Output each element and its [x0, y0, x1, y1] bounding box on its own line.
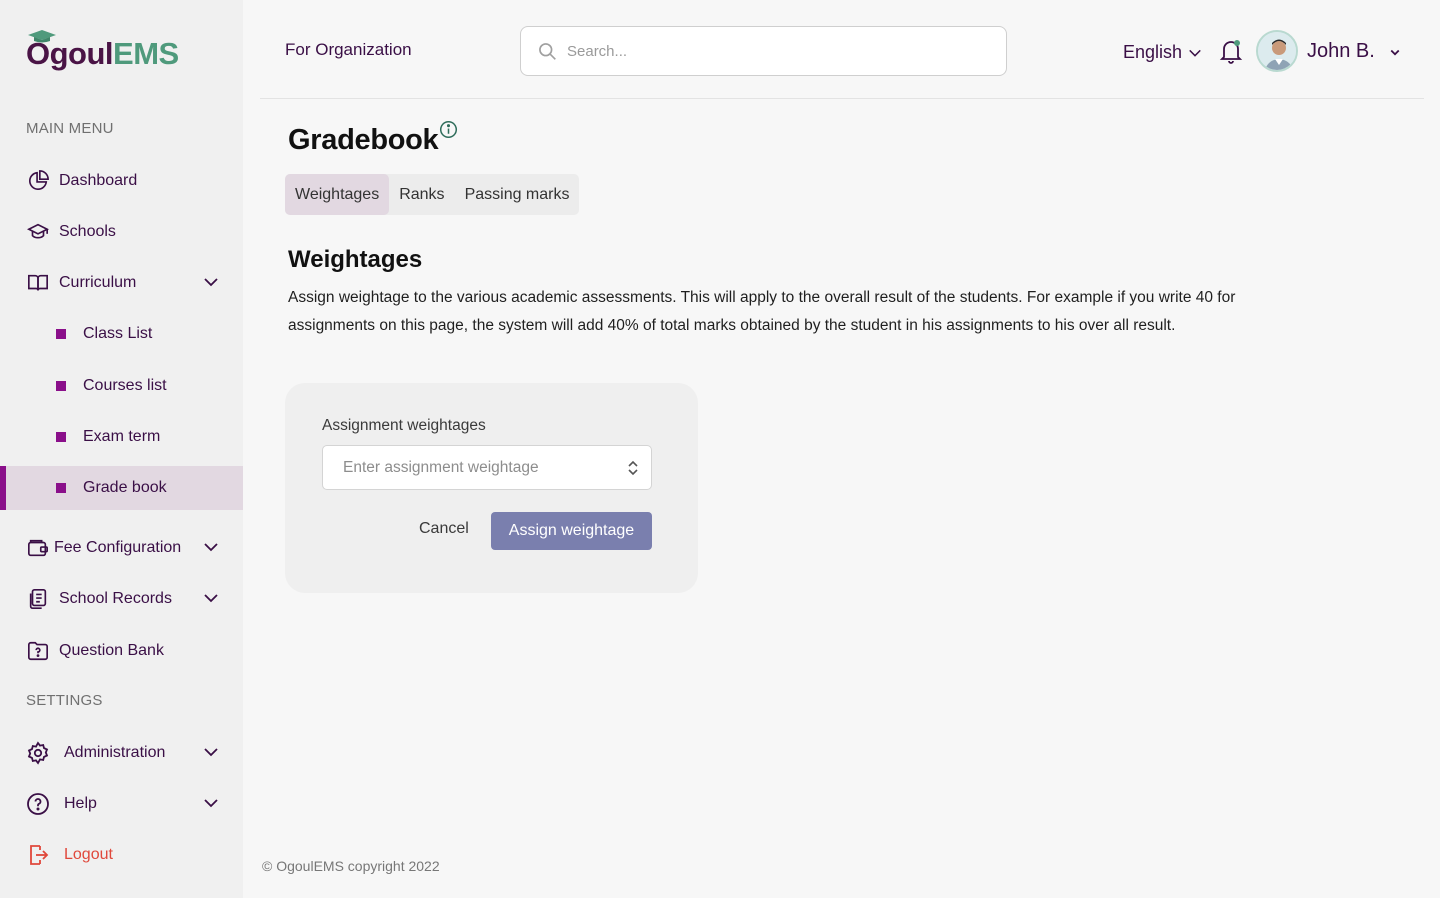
sidebar-item-help[interactable]: Help: [0, 782, 243, 826]
sidebar-subitem-class-list[interactable]: Class List: [0, 312, 243, 356]
chevron-down-icon[interactable]: [203, 539, 219, 555]
sidebar-item-label: Administration: [64, 744, 166, 761]
cancel-button[interactable]: Cancel: [419, 520, 469, 538]
tab-passing-marks[interactable]: Passing marks: [455, 174, 580, 215]
sidebar-item-label: Fee Configuration: [54, 539, 182, 556]
open-book-icon: [26, 271, 50, 295]
sidebar-item-dashboard[interactable]: Dashboard: [0, 159, 243, 203]
sidebar-item-label: Dashboard: [59, 172, 138, 189]
bullet-square-icon: [56, 432, 66, 442]
sidebar-subitem-grade-book[interactable]: Grade book: [0, 466, 243, 510]
header-divider: [260, 98, 1424, 99]
question-folder-icon: [26, 639, 50, 663]
stepper-arrows-icon[interactable]: [627, 459, 639, 477]
sidebar-item-label: Question Bank: [59, 642, 164, 659]
sidebar-item-label: Exam term: [83, 428, 161, 445]
sidebar-item-label: Curriculum: [59, 274, 137, 291]
user-menu[interactable]: John B.: [1307, 40, 1401, 63]
chevron-down-icon: [1390, 49, 1400, 56]
footer-copyright: © OgoulEMS copyright 2022: [262, 858, 440, 874]
wallet-icon: [26, 536, 50, 560]
sidebar: Ogoul EMS MAIN MENU Dashboard Schools Cur…: [0, 0, 243, 898]
sidebar-item-administration[interactable]: Administration: [0, 731, 243, 775]
tab-bar: Weightages Ranks Passing marks: [285, 174, 580, 215]
assign-weightage-button[interactable]: Assign weightage: [491, 512, 652, 550]
info-icon[interactable]: [439, 120, 458, 144]
assignment-weightages-label: Assignment weightages: [322, 417, 486, 434]
bullet-square-icon: [56, 329, 66, 339]
brand-name-part1: Ogoul: [26, 36, 114, 71]
notification-button[interactable]: [1219, 38, 1243, 69]
page-title: Gradebook: [288, 124, 439, 156]
sidebar-item-label: Class List: [83, 325, 153, 342]
sidebar-item-question-bank[interactable]: Question Bank: [0, 629, 243, 673]
search-icon: [539, 43, 556, 60]
pie-chart-icon: [26, 169, 50, 193]
sidebar-subitem-courses-list[interactable]: Courses list: [0, 364, 243, 408]
tab-weightages[interactable]: Weightages: [285, 174, 390, 215]
search-bar[interactable]: [520, 26, 1007, 76]
bullet-square-icon: [56, 381, 66, 391]
tab-ranks[interactable]: Ranks: [389, 174, 454, 215]
sidebar-item-label: Courses list: [83, 377, 167, 394]
language-selector[interactable]: English: [1123, 42, 1202, 63]
avatar[interactable]: [1256, 30, 1298, 72]
section-description: Assign weightage to the various academic…: [288, 289, 1236, 334]
weightage-form-card: Assignment weightages Cancel Assign weig…: [285, 383, 698, 593]
sidebar-item-schools[interactable]: Schools: [0, 210, 243, 254]
sidebar-item-label: Grade book: [83, 479, 167, 496]
main-menu-label: MAIN MENU: [26, 120, 114, 137]
assignment-weightage-input[interactable]: [343, 458, 613, 477]
sidebar-item-school-records[interactable]: School Records: [0, 577, 243, 621]
gear-icon: [26, 741, 50, 765]
assignment-weightage-field[interactable]: [322, 445, 652, 490]
sidebar-item-label: Logout: [64, 846, 113, 863]
brand-name-part2: EMS: [113, 36, 179, 71]
language-label: English: [1123, 42, 1183, 62]
sidebar-item-label: School Records: [59, 590, 172, 607]
search-input[interactable]: [567, 42, 967, 60]
documents-icon: [26, 587, 50, 611]
section-title: Weightages: [288, 246, 423, 273]
settings-label: SETTINGS: [26, 692, 103, 709]
chevron-down-icon[interactable]: [203, 744, 219, 760]
brand-logo[interactable]: Ogoul EMS: [26, 30, 179, 72]
sidebar-subitem-exam-term[interactable]: Exam term: [0, 415, 243, 459]
bell-icon: [1219, 40, 1243, 64]
chevron-down-icon[interactable]: [203, 795, 219, 811]
organization-link[interactable]: For Organization: [285, 40, 412, 60]
help-circle-icon: [26, 792, 50, 816]
sidebar-item-curriculum[interactable]: Curriculum: [0, 261, 243, 305]
chevron-down-icon: [1189, 49, 1201, 57]
chevron-down-icon[interactable]: [203, 274, 219, 290]
bullet-square-icon: [56, 483, 66, 493]
sidebar-item-fee-configuration[interactable]: Fee Configuration: [0, 526, 243, 570]
chevron-down-icon[interactable]: [203, 590, 219, 606]
sidebar-item-logout[interactable]: Logout: [0, 833, 243, 877]
user-photo-icon: [1258, 32, 1296, 70]
user-name: John B.: [1307, 40, 1375, 62]
logout-icon: [26, 843, 50, 867]
school-cap-icon: [26, 220, 50, 244]
sidebar-item-label: Help: [64, 795, 97, 812]
sidebar-item-label: Schools: [59, 223, 116, 240]
